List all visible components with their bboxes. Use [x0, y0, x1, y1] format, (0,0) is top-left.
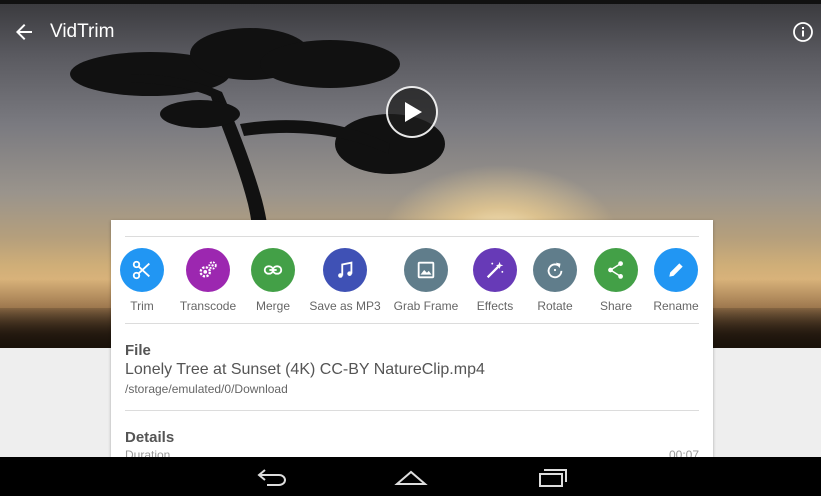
file-path: /storage/emulated/0/Download — [125, 382, 288, 396]
app-bar: VidTrim — [0, 4, 821, 60]
magic-wand-icon — [486, 261, 504, 279]
file-section-title: File — [125, 342, 151, 359]
play-icon — [405, 102, 422, 122]
effects-icon-circle — [473, 248, 517, 292]
details-section-title: Details — [125, 429, 175, 446]
play-button[interactable] — [386, 86, 438, 138]
save-as-mp3-button[interactable]: Save as MP3 — [305, 248, 385, 313]
merge-icon-circle — [251, 248, 295, 292]
merge-button[interactable]: Merge — [233, 248, 313, 313]
arrow-back-icon[interactable] — [12, 20, 36, 44]
back-icon[interactable] — [255, 466, 291, 488]
grab-frame-icon-circle — [404, 248, 448, 292]
divider — [125, 236, 699, 237]
share-icon-circle — [594, 248, 638, 292]
action-label: Save as MP3 — [309, 299, 381, 313]
scissors-icon — [132, 260, 150, 280]
pencil-icon — [669, 263, 683, 277]
divider — [125, 410, 699, 411]
divider — [125, 323, 699, 324]
rename-icon-circle — [654, 248, 698, 292]
action-label: Merge — [255, 299, 290, 313]
rename-button[interactable]: Rename — [636, 248, 713, 313]
rotate-icon — [547, 262, 563, 279]
trim-icon-circle — [120, 248, 164, 292]
save-mp3-icon-circle — [323, 248, 367, 292]
recents-icon[interactable] — [534, 466, 570, 488]
action-label: Grab Frame — [393, 299, 459, 313]
duration-value: 00:07 — [668, 448, 699, 457]
duration-label: Duration — [125, 448, 171, 457]
link-icon — [263, 265, 283, 275]
music-icon — [338, 261, 353, 278]
gears-icon — [199, 261, 217, 278]
grab-frame-button[interactable]: Grab Frame — [386, 248, 466, 313]
share-icon — [608, 261, 623, 279]
transcode-icon-circle — [186, 248, 230, 292]
file-info-card: Trim Transcode Merge Save as MP3 Grab Fr… — [111, 220, 713, 457]
action-label: Rename — [653, 299, 699, 313]
image-icon — [417, 261, 435, 279]
info-icon[interactable] — [791, 20, 815, 44]
file-name: Lonely Tree at Sunset (4K) CC-BY NatureC… — [125, 361, 485, 378]
home-icon[interactable] — [393, 466, 429, 488]
system-nav-bar — [0, 457, 821, 496]
app-title: VidTrim — [50, 21, 115, 42]
rotate-icon-circle — [533, 248, 577, 292]
action-bar: Trim Transcode Merge Save as MP3 Grab Fr… — [111, 248, 713, 318]
